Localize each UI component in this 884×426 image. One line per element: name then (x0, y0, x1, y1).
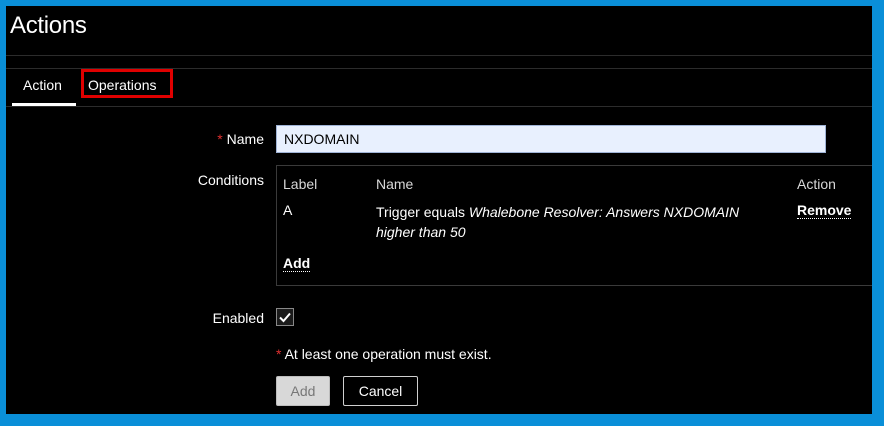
cancel-button[interactable]: Cancel (343, 376, 418, 406)
divider (6, 55, 872, 56)
divider (6, 106, 872, 107)
add-button[interactable]: Add (276, 376, 330, 406)
required-marker: * (276, 346, 282, 362)
conditions-label: Conditions (197, 172, 264, 188)
enabled-label: Enabled (212, 310, 264, 326)
actions-window: Actions Action Operations * Name Conditi… (6, 6, 872, 414)
required-marker: * (217, 131, 223, 147)
name-label: * Name (217, 131, 264, 147)
validation-message: * At least one operation must exist. (276, 346, 492, 362)
highlight-box (81, 69, 173, 98)
column-header-name: Name (376, 176, 414, 192)
add-condition-link[interactable]: Add (283, 255, 311, 272)
enabled-checkbox[interactable] (276, 308, 294, 326)
condition-name: Trigger equals Whalebone Resolver: Answe… (376, 204, 740, 240)
checkmark-icon (279, 312, 291, 323)
remove-condition-link[interactable]: Remove (797, 202, 852, 219)
condition-label: A (283, 202, 293, 218)
name-input[interactable] (276, 125, 826, 153)
tab-action[interactable]: Action (23, 77, 62, 93)
page-title: Actions (10, 12, 87, 39)
column-header-action: Action (797, 176, 836, 192)
column-header-label: Label (283, 176, 318, 192)
